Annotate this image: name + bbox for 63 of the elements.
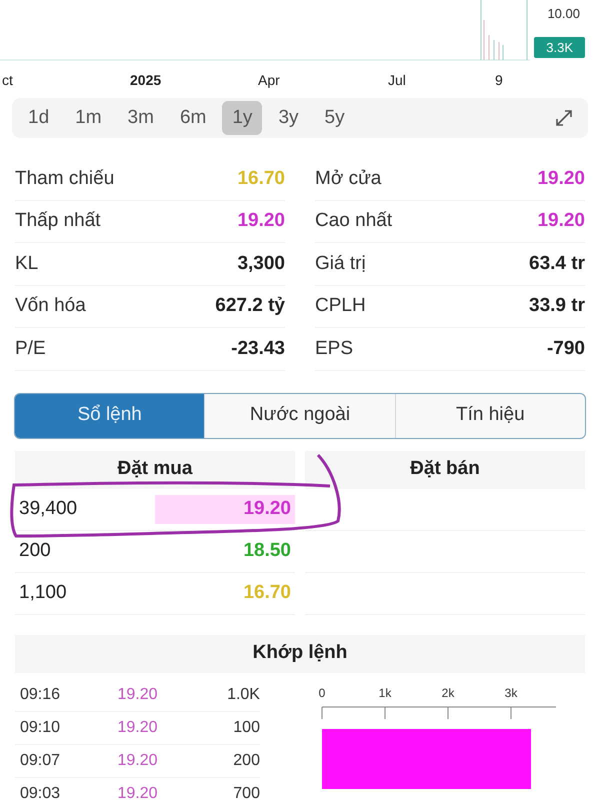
tick-label: 0 xyxy=(318,686,326,700)
stat-value: 19.20 xyxy=(537,166,585,190)
stat-value: -790 xyxy=(546,336,585,360)
bid-volume: 1,100 xyxy=(18,580,67,605)
column-header: Đặt bán xyxy=(305,450,585,488)
axis-label: 9 xyxy=(495,71,503,90)
trade-time: 09:16 xyxy=(19,684,62,704)
trade-time: 09:03 xyxy=(19,784,62,800)
period-tab[interactable]: 3m xyxy=(118,101,164,135)
tab[interactable]: Sổ lệnh xyxy=(15,394,204,438)
stat-value: -23.43 xyxy=(231,336,285,360)
stat-label: Giá trị xyxy=(315,252,366,276)
axis-label: Apr xyxy=(258,71,280,90)
trade-volume: 1.0K xyxy=(226,684,260,704)
trade-price: 19.20 xyxy=(116,684,159,704)
volume-badge: 3.3K xyxy=(534,37,585,58)
stat-label: EPS xyxy=(315,336,354,360)
axis-label: 2025 xyxy=(130,71,162,90)
stat-label: Tham chiếu xyxy=(15,166,114,190)
stat-label: KL xyxy=(15,252,38,276)
stat-label: CPLH xyxy=(315,294,366,318)
stat-value: 19.20 xyxy=(237,209,285,233)
stat-value: 63.4 tr xyxy=(529,252,585,276)
trade-price: 19.20 xyxy=(116,718,159,738)
tab[interactable]: Tín hiệu xyxy=(394,394,585,438)
tick-label: 3k xyxy=(504,686,518,700)
period-tab[interactable]: 1m xyxy=(65,101,112,135)
period-tab[interactable]: 1y xyxy=(222,101,262,135)
stat-value: 3,300 xyxy=(237,252,285,276)
bid-price: 18.50 xyxy=(243,538,292,563)
tab[interactable]: Nước ngoài xyxy=(204,394,395,438)
column-header: Đặt mua xyxy=(15,450,295,488)
bid-volume: 39,400 xyxy=(18,496,78,521)
period-tab[interactable]: 5y xyxy=(314,101,355,135)
stat-value: 33.9 tr xyxy=(529,294,585,318)
bid-volume: 200 xyxy=(18,538,51,563)
period-tab[interactable]: 1d xyxy=(18,101,60,135)
stat-value: 627.2 tỷ xyxy=(215,294,285,318)
trade-time: 09:07 xyxy=(19,750,62,770)
trade-time: 09:10 xyxy=(19,718,62,738)
expand-icon[interactable] xyxy=(554,108,574,128)
stat-label: P/E xyxy=(15,336,46,360)
trade-price: 19.20 xyxy=(116,784,159,800)
stat-value: 19.20 xyxy=(537,209,585,233)
trade-volume: 700 xyxy=(232,784,260,800)
tick-label: 1k xyxy=(378,686,392,700)
trade-volume: 100 xyxy=(232,718,260,738)
tick-label: 2k xyxy=(442,686,454,700)
period-tab[interactable]: 3y xyxy=(268,101,309,135)
stat-value: 16.70 xyxy=(237,166,285,190)
stat-label: Cao nhất xyxy=(315,209,392,233)
section-header: Khớp lệnh xyxy=(15,634,585,672)
price-axis-label: 10.00 xyxy=(547,5,580,23)
trade-volume: 200 xyxy=(232,750,260,770)
axis-label: ct xyxy=(2,71,13,90)
bid-price: 16.70 xyxy=(243,580,292,605)
stat-label: Vốn hóa xyxy=(15,294,86,318)
axis-label: Jul xyxy=(388,71,406,90)
trade-price: 19.20 xyxy=(116,750,159,770)
bid-price: 19.20 xyxy=(243,496,292,521)
stat-label: Mở cửa xyxy=(315,166,382,190)
period-tab[interactable]: 6m xyxy=(170,101,216,135)
stat-label: Thấp nhất xyxy=(15,209,101,233)
